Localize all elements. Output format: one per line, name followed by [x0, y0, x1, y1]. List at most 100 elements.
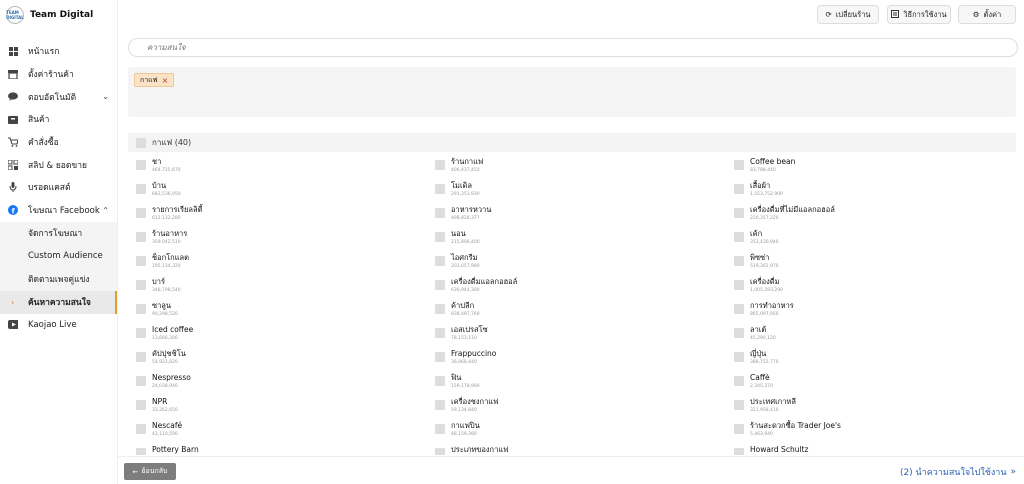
interest-item[interactable]: เครื่องดื่มแอลกอฮอล์ 636,944,300 — [427, 277, 717, 301]
interest-item[interactable]: เครื่องดื่ม 1,005,593,290 — [726, 277, 1016, 301]
interest-checkbox[interactable] — [435, 232, 445, 242]
interest-checkbox[interactable] — [435, 448, 445, 455]
interest-item[interactable]: รายการเรียลลิตี้ 612,132,280 — [128, 205, 418, 229]
interest-checkbox[interactable] — [435, 208, 445, 218]
interest-checkbox[interactable] — [734, 424, 744, 434]
interest-item[interactable]: นอน 215,806,400 — [427, 229, 717, 253]
interest-checkbox[interactable] — [435, 376, 445, 386]
interest-search-input[interactable] — [128, 38, 1018, 57]
interest-item[interactable]: Howard Schultz — [726, 445, 1016, 455]
interest-item[interactable]: ไอศกรีม 202,657,980 — [427, 253, 717, 277]
interest-checkbox[interactable] — [435, 256, 445, 266]
interest-checkbox[interactable] — [136, 160, 146, 170]
interest-checkbox[interactable] — [136, 256, 146, 266]
interest-item[interactable]: Frappuccino 36,068,440 — [427, 349, 717, 373]
settings-button[interactable]: ⚙ ตั้งค่า — [958, 5, 1016, 24]
sidebar-item-store-settings[interactable]: ตั้งค่าร้านค้า — [0, 63, 117, 86]
interest-checkbox[interactable] — [136, 184, 146, 194]
sidebar-item-facebook-ads[interactable]: f โฆษณา Facebook ⌃ — [0, 199, 117, 222]
interest-item[interactable]: คัปปุชชิโน 54,922,820 — [128, 349, 418, 373]
selected-interest-chip[interactable]: กาแฟ × — [134, 73, 175, 87]
interest-checkbox[interactable] — [734, 352, 744, 362]
interest-checkbox[interactable] — [435, 280, 445, 290]
interest-checkbox[interactable] — [734, 160, 744, 170]
use-interests-link[interactable]: (2) นำความสนใจไปใช้งาน » — [900, 465, 1016, 479]
interest-item[interactable]: เครื่องดื่มที่ไม่มีแอลกอฮอล์ 220,357,220 — [726, 205, 1016, 229]
interest-checkbox[interactable] — [734, 376, 744, 386]
interest-checkbox[interactable] — [734, 400, 744, 410]
interest-item[interactable]: ร้านอาหาร 359,042,510 — [128, 229, 418, 253]
interest-item[interactable]: เครื่องชงกาแฟ 59,134,840 — [427, 397, 717, 421]
interest-checkbox[interactable] — [136, 280, 146, 290]
sidebar-item-orders[interactable]: คำสั่งซื้อ — [0, 131, 117, 154]
interest-item[interactable]: Pottery Barn — [128, 445, 418, 455]
interest-item[interactable]: Nescafé 42,110,590 — [128, 421, 418, 445]
chevron-down-icon[interactable]: ⌄ — [102, 92, 109, 101]
sidebar-item-slips-sales[interactable]: สลิป & ยอดขาย — [0, 153, 117, 176]
interest-item[interactable]: การทำอาหาร 865,097,950 — [726, 301, 1016, 325]
interest-checkbox[interactable] — [136, 400, 146, 410]
interest-checkbox[interactable] — [734, 184, 744, 194]
interest-checkbox[interactable] — [734, 448, 744, 455]
interest-item[interactable]: เค้ก 353,430,940 — [726, 229, 1016, 253]
interest-item[interactable]: บาร์ 348,798,540 — [128, 277, 418, 301]
interest-checkbox[interactable] — [136, 448, 146, 455]
interest-item[interactable]: บ้าน 683,536,950 — [128, 181, 418, 205]
interest-item[interactable]: ประเภทของกาแฟ — [427, 445, 717, 455]
interest-checkbox[interactable] — [435, 184, 445, 194]
group-select-all-checkbox[interactable] — [136, 137, 146, 148]
change-store-button[interactable]: ⟳ เปลี่ยนร้าน — [817, 5, 879, 24]
interest-item[interactable]: ฟิน 159,178,900 — [427, 373, 717, 397]
interest-checkbox[interactable] — [734, 280, 744, 290]
interest-checkbox[interactable] — [435, 424, 445, 434]
interest-item[interactable]: เสื้อผ้า 1,553,752,900 — [726, 181, 1016, 205]
interest-checkbox[interactable] — [435, 352, 445, 362]
sidebar-item-auto-reply[interactable]: ตอบอัตโนมัติ ⌄ — [0, 85, 117, 108]
interest-item[interactable]: เอสเปรสโซ 78,153,110 — [427, 325, 717, 349]
interest-item[interactable]: Coffee bean 83,788,440 — [726, 157, 1016, 181]
interest-item[interactable]: ประเทศเกาหลี 321,958,410 — [726, 397, 1016, 421]
interest-checkbox[interactable] — [136, 304, 146, 314]
sidebar-subitem-interest-search[interactable]: › ค้นหาความสนใจ — [0, 290, 117, 314]
interest-item[interactable]: Nespresso 24,038,940 — [128, 373, 418, 397]
sidebar-subitem-manage-ads[interactable]: จัดการโฆษณา — [0, 221, 117, 245]
interest-checkbox[interactable] — [734, 232, 744, 242]
sidebar-item-products[interactable]: สินค้า — [0, 108, 117, 131]
interest-checkbox[interactable] — [734, 256, 744, 266]
interest-item[interactable]: ช็อกโกแลต 195,134,320 — [128, 253, 418, 277]
interest-item[interactable]: ร้านกาแฟ 406,437,450 — [427, 157, 717, 181]
close-icon[interactable]: × — [162, 76, 169, 85]
interest-checkbox[interactable] — [136, 352, 146, 362]
back-button[interactable]: ← ย้อนกลับ — [124, 463, 176, 480]
interest-item[interactable]: ลาเต้ 45,290,120 — [726, 325, 1016, 349]
interest-checkbox[interactable] — [734, 208, 744, 218]
interest-checkbox[interactable] — [734, 328, 744, 338]
interest-item[interactable]: Caffè 2,345,370 — [726, 373, 1016, 397]
brand[interactable]: TEAM DIGITAL Team Digital — [0, 0, 117, 30]
interest-item[interactable]: กาแฟปิน 48,159,380 — [427, 421, 717, 445]
interest-checkbox[interactable] — [136, 376, 146, 386]
interest-checkbox[interactable] — [136, 328, 146, 338]
sidebar-item-home[interactable]: หน้าแรก — [0, 40, 117, 63]
interest-checkbox[interactable] — [136, 424, 146, 434]
interest-item[interactable]: ญี่ปุ่น 388,752,770 — [726, 349, 1016, 373]
interest-item[interactable]: อาหารหวาน 498,828,377 — [427, 205, 717, 229]
interest-checkbox[interactable] — [435, 160, 445, 170]
chevron-up-icon[interactable]: ⌃ — [102, 206, 109, 215]
interest-item[interactable]: ร้านสะดวกซื้อ Trader Joe's 5,463,940 — [726, 421, 1016, 445]
interest-item[interactable]: พิซซ่า 519,362,970 — [726, 253, 1016, 277]
sidebar-item-kaojao-live[interactable]: Kaojao Live — [0, 314, 117, 337]
interest-checkbox[interactable] — [136, 208, 146, 218]
interest-checkbox[interactable] — [435, 400, 445, 410]
interest-checkbox[interactable] — [136, 232, 146, 242]
interest-checkbox[interactable] — [435, 328, 445, 338]
interest-item[interactable]: ซาลูน 90,298,520 — [128, 301, 418, 325]
interest-item[interactable]: Iced coffee 13,666,300 — [128, 325, 418, 349]
sidebar-item-broadcast[interactable]: บรอดแคสต์ — [0, 176, 117, 199]
sidebar-subitem-competitor-pages[interactable]: ติดตามเพจคู่แข่ง — [0, 267, 117, 291]
interest-item[interactable]: ค้าปลีก 838,497,760 — [427, 301, 717, 325]
how-to-use-button[interactable]: วิธีการใช้งาน — [887, 5, 951, 24]
interest-checkbox[interactable] — [734, 304, 744, 314]
interest-item[interactable]: โมเดิล 291,353,930 — [427, 181, 717, 205]
sidebar-subitem-custom-audience[interactable]: Custom Audience — [0, 244, 117, 268]
